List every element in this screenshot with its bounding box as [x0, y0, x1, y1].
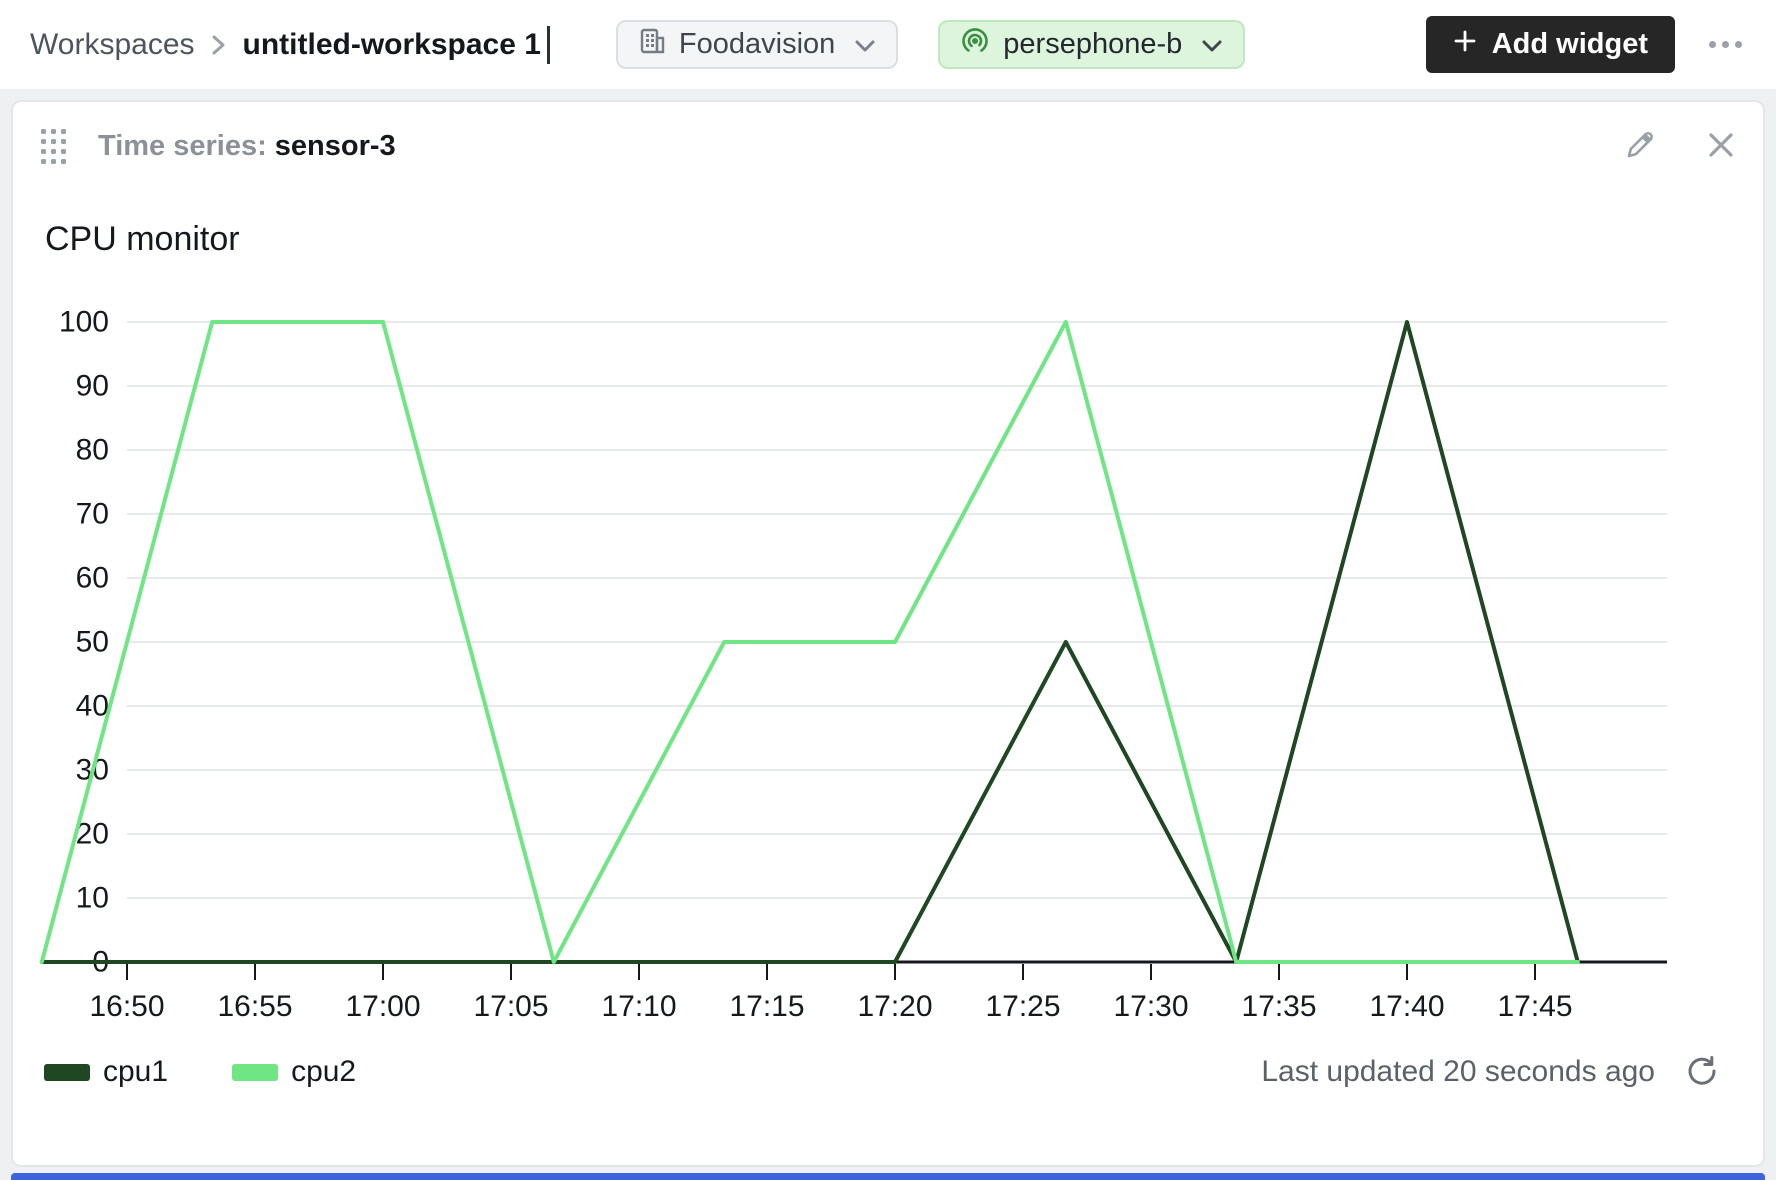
close-widget-button[interactable] [1703, 127, 1739, 166]
svg-text:17:05: 17:05 [473, 990, 548, 1023]
svg-text:70: 70 [76, 498, 109, 531]
cpu1-color-swatch [44, 1064, 90, 1081]
widget-header-label: Time series: sensor-3 [98, 130, 396, 163]
svg-text:17:20: 17:20 [857, 990, 932, 1023]
svg-text:40: 40 [76, 690, 109, 723]
last-updated-area: Last updated 20 seconds ago [1261, 1052, 1721, 1092]
svg-text:17:10: 17:10 [601, 990, 676, 1023]
svg-text:60: 60 [76, 562, 109, 595]
edit-widget-button[interactable] [1621, 126, 1659, 167]
org-selector-label: Foodavision [679, 28, 835, 61]
add-widget-button[interactable]: Add widget [1426, 16, 1675, 73]
legend-label-cpu1: cpu1 [103, 1055, 168, 1089]
add-widget-label: Add widget [1492, 28, 1648, 61]
close-icon [1705, 129, 1737, 164]
svg-text:17:25: 17:25 [985, 990, 1060, 1023]
chevron-down-icon [854, 28, 876, 61]
broadcast-icon [960, 26, 990, 64]
svg-text:17:35: 17:35 [1241, 990, 1316, 1023]
breadcrumb: Workspaces untitled-workspace 1 [30, 26, 550, 64]
svg-text:17:00: 17:00 [345, 990, 420, 1023]
topbar-actions: Add widget [1426, 16, 1746, 73]
top-bar: Workspaces untitled-workspace 1 Foodavis… [0, 0, 1776, 89]
widget-name: sensor-3 [275, 130, 396, 162]
chevron-down-icon [1201, 28, 1223, 61]
cpu-line-chart: 010203040506070809010016:5016:5517:0017:… [13, 252, 1767, 1042]
plus-icon [1453, 28, 1477, 61]
legend-item-cpu1[interactable]: cpu1 [44, 1055, 168, 1089]
breadcrumb-chevron-icon [211, 33, 227, 57]
svg-text:17:40: 17:40 [1369, 990, 1444, 1023]
org-selector-dropdown[interactable]: Foodavision [616, 20, 898, 69]
overflow-menu-button[interactable] [1705, 33, 1746, 56]
widget-type-label: Time series: [98, 130, 275, 162]
drag-handle-icon[interactable] [39, 127, 68, 166]
text-cursor [547, 26, 550, 64]
svg-text:17:45: 17:45 [1497, 990, 1572, 1023]
last-updated-text: Last updated 20 seconds ago [1261, 1055, 1655, 1089]
svg-text:100: 100 [59, 306, 109, 339]
pencil-icon [1623, 128, 1657, 165]
svg-text:10: 10 [76, 882, 109, 915]
svg-text:16:55: 16:55 [217, 990, 292, 1023]
breadcrumb-workspaces-link[interactable]: Workspaces [30, 28, 195, 62]
workspace-title-input[interactable]: untitled-workspace 1 [243, 28, 541, 62]
svg-text:90: 90 [76, 370, 109, 403]
next-widget-top-edge [11, 1173, 1765, 1180]
svg-text:16:50: 16:50 [89, 990, 164, 1023]
building-icon [638, 27, 666, 63]
svg-text:50: 50 [76, 626, 109, 659]
cpu2-color-swatch [232, 1064, 278, 1081]
svg-text:17:30: 17:30 [1113, 990, 1188, 1023]
svg-text:17:15: 17:15 [729, 990, 804, 1023]
device-selector-dropdown[interactable]: persephone-b [938, 20, 1245, 69]
refresh-button[interactable] [1683, 1052, 1721, 1093]
device-selector-label: persephone-b [1003, 28, 1182, 61]
time-series-widget-card: Time series: sensor-3 [11, 100, 1765, 1167]
chart-legend: cpu1 cpu2 [44, 1052, 420, 1092]
widget-header: Time series: sensor-3 [13, 102, 1763, 164]
legend-item-cpu2[interactable]: cpu2 [232, 1055, 356, 1089]
refresh-icon [1685, 1054, 1719, 1091]
svg-text:80: 80 [76, 434, 109, 467]
legend-label-cpu2: cpu2 [291, 1055, 356, 1089]
